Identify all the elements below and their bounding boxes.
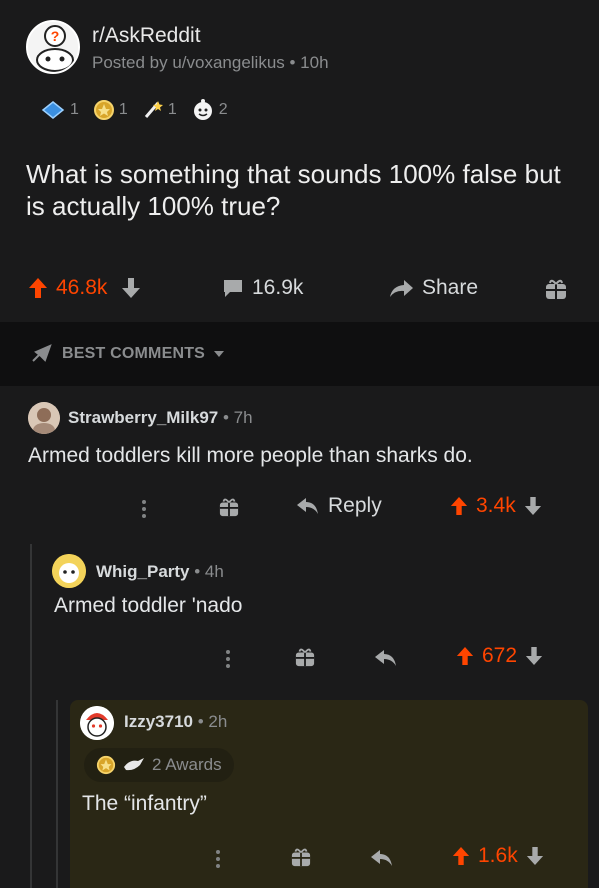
comment-time: • 7h bbox=[218, 408, 253, 427]
more-options-button[interactable] bbox=[140, 498, 148, 520]
reply-icon bbox=[375, 650, 396, 666]
gold-award-icon bbox=[93, 100, 114, 120]
share-icon bbox=[390, 280, 413, 297]
award-count: 1 bbox=[118, 101, 128, 118]
comment-time: • 2h bbox=[193, 712, 228, 731]
comment-action-bar: 672 bbox=[0, 638, 599, 678]
gift-icon bbox=[295, 648, 315, 667]
subreddit-name[interactable]: r/AskReddit bbox=[92, 24, 201, 48]
award-count: 1 bbox=[167, 101, 177, 118]
award-gold[interactable]: 1 bbox=[93, 99, 128, 121]
reply-button[interactable] bbox=[370, 848, 394, 868]
author-name[interactable]: Izzy3710 bbox=[124, 712, 193, 731]
helping-hand-award-icon bbox=[124, 758, 144, 771]
more-vertical-icon bbox=[142, 500, 146, 518]
comment-body: Armed toddler 'nado bbox=[54, 594, 243, 617]
post-vote-group: 46.8k bbox=[28, 276, 141, 300]
gift-button[interactable] bbox=[290, 847, 312, 867]
comment-action-bar: 1.6k bbox=[0, 838, 599, 878]
more-options-button[interactable] bbox=[224, 648, 232, 670]
downvote-icon[interactable] bbox=[121, 277, 141, 299]
upvote-icon[interactable] bbox=[28, 277, 48, 299]
comment-score: 3.4k bbox=[476, 494, 516, 517]
reply-label: Reply bbox=[328, 494, 382, 517]
starry-award-icon bbox=[144, 101, 163, 118]
post-title[interactable]: What is something that sounds 100% false… bbox=[26, 158, 566, 222]
chevron-down-icon bbox=[214, 351, 225, 357]
comment-action-bar: Reply 3.4k bbox=[0, 488, 599, 528]
more-vertical-icon bbox=[226, 650, 230, 668]
author-name[interactable]: Strawberry_Milk97 bbox=[68, 408, 218, 427]
post-share-button[interactable]: Share bbox=[388, 276, 478, 300]
avatar[interactable] bbox=[80, 706, 114, 740]
gift-icon bbox=[546, 279, 566, 299]
author-name[interactable]: Whig_Party bbox=[96, 562, 190, 581]
reply-button[interactable]: Reply bbox=[296, 494, 382, 518]
wholesome-award-icon bbox=[193, 99, 212, 120]
upvote-icon[interactable] bbox=[456, 646, 474, 666]
award-starry[interactable]: 1 bbox=[142, 99, 177, 121]
awards-label: 2 Awards bbox=[152, 755, 222, 774]
award-wholesome[interactable]: 2 bbox=[191, 98, 228, 122]
post-action-bar: 46.8k 16.9k Share bbox=[0, 268, 599, 314]
gift-icon bbox=[219, 498, 239, 517]
downvote-icon[interactable] bbox=[524, 496, 542, 516]
avatar[interactable] bbox=[28, 402, 60, 434]
thread-line[interactable] bbox=[30, 544, 32, 888]
comment-vote-group: 3.4k bbox=[450, 494, 542, 518]
gift-button[interactable] bbox=[294, 647, 316, 667]
reply-icon bbox=[371, 850, 392, 866]
comment-score: 1.6k bbox=[478, 844, 518, 867]
comment-body: The “infantry” bbox=[82, 792, 207, 815]
comment-vote-group: 1.6k bbox=[452, 844, 544, 868]
comment-author[interactable]: Whig_Party • 4h bbox=[96, 562, 224, 582]
sort-dropdown[interactable]: BEST COMMENTS bbox=[30, 344, 225, 364]
subreddit-avatar[interactable]: ? bbox=[26, 20, 80, 74]
award-count: 2 bbox=[218, 101, 228, 118]
comment-awards[interactable]: 2 Awards bbox=[84, 748, 234, 782]
avatar[interactable] bbox=[52, 554, 86, 588]
comment-author[interactable]: Izzy3710 • 2h bbox=[124, 712, 227, 732]
gift-icon bbox=[291, 848, 311, 867]
share-label: Share bbox=[422, 276, 479, 299]
more-vertical-icon bbox=[216, 850, 220, 868]
award-blue[interactable]: 1 bbox=[40, 100, 79, 120]
post-awards[interactable]: 1 1 1 2 bbox=[40, 98, 238, 122]
upvote-icon[interactable] bbox=[452, 846, 470, 866]
blue-gem-award-icon bbox=[41, 101, 65, 119]
comment-author[interactable]: Strawberry_Milk97 • 7h bbox=[68, 408, 253, 428]
post-meta: Posted by u/voxangelikus • 10h bbox=[92, 53, 329, 72]
downvote-icon[interactable] bbox=[526, 846, 544, 866]
more-options-button[interactable] bbox=[214, 848, 222, 870]
comment-time: • 4h bbox=[189, 562, 224, 581]
gold-award-icon bbox=[96, 755, 116, 775]
post-score: 46.8k bbox=[56, 276, 108, 299]
post-comments-button[interactable]: 16.9k bbox=[222, 276, 303, 300]
upvote-icon[interactable] bbox=[450, 496, 468, 516]
comment-score: 672 bbox=[482, 644, 518, 667]
reply-icon bbox=[297, 498, 318, 514]
comment-icon bbox=[224, 280, 242, 297]
svg-text:?: ? bbox=[51, 28, 60, 44]
comment-vote-group: 672 bbox=[456, 644, 543, 668]
gift-button[interactable] bbox=[218, 497, 240, 517]
post-gift-button[interactable] bbox=[544, 278, 568, 300]
downvote-icon[interactable] bbox=[525, 646, 543, 666]
award-count: 1 bbox=[70, 101, 79, 118]
rocket-icon bbox=[32, 344, 52, 362]
sort-label: BEST COMMENTS bbox=[62, 345, 206, 362]
comment-count: 16.9k bbox=[252, 276, 304, 299]
comment-body: Armed toddlers kill more people than sha… bbox=[28, 444, 473, 467]
reply-button[interactable] bbox=[374, 648, 398, 668]
